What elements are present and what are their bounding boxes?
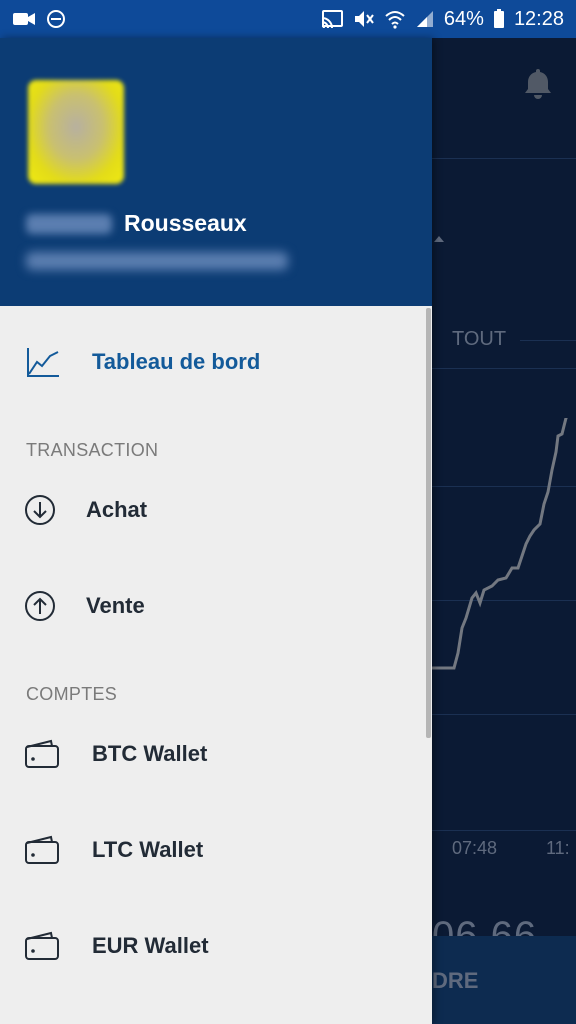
blurred-email [26, 252, 288, 270]
menu-item-vente[interactable]: Vente [0, 566, 432, 646]
do-not-disturb-icon [46, 9, 66, 29]
wifi-icon [384, 9, 406, 29]
drawer-scrollbar[interactable] [426, 308, 431, 738]
user-name: Rousseaux [26, 210, 247, 237]
section-transaction: TRANSACTION [26, 440, 159, 460]
navigation-drawer: Rousseaux Tableau de bord TRANSACTION Ac… [0, 38, 432, 1024]
menu-label-dashboard: Tableau de bord [92, 349, 261, 374]
menu-item-achat[interactable]: Achat [0, 470, 432, 550]
wallet-icon [24, 739, 60, 769]
user-last-name: Rousseaux [124, 210, 247, 236]
menu-label-btc-wallet: BTC Wallet [92, 741, 208, 766]
clock: 12:28 [513, 7, 564, 30]
menu-label-vente: Vente [86, 593, 145, 618]
menu-item-btc-wallet[interactable]: BTC Wallet [0, 714, 432, 794]
avatar[interactable] [28, 80, 124, 184]
drawer-header: Rousseaux [0, 38, 432, 306]
battery-icon [493, 9, 505, 29]
battery-percent: 64% [443, 7, 484, 30]
menu-item-dashboard[interactable]: Tableau de bord [0, 322, 432, 402]
status-bar: 64% 12:28 [0, 0, 576, 38]
menu-item-eur-wallet[interactable]: EUR Wallet [0, 906, 432, 986]
blurred-first-name [26, 213, 112, 234]
wallet-icon [24, 931, 60, 961]
video-camera-icon [12, 11, 36, 27]
menu-item-ltc-wallet[interactable]: LTC Wallet [0, 810, 432, 890]
menu-label-achat: Achat [86, 497, 148, 522]
signal-icon [415, 9, 435, 29]
arrow-up-circle-icon [24, 590, 56, 622]
menu-label-ltc-wallet: LTC Wallet [92, 837, 204, 862]
line-chart-icon [26, 346, 60, 378]
wallet-icon [24, 835, 60, 865]
section-comptes: COMPTES [26, 684, 118, 704]
arrow-down-circle-icon [24, 494, 56, 526]
cast-icon [320, 9, 344, 29]
menu-label-eur-wallet: EUR Wallet [92, 933, 209, 958]
mute-icon [353, 9, 375, 29]
